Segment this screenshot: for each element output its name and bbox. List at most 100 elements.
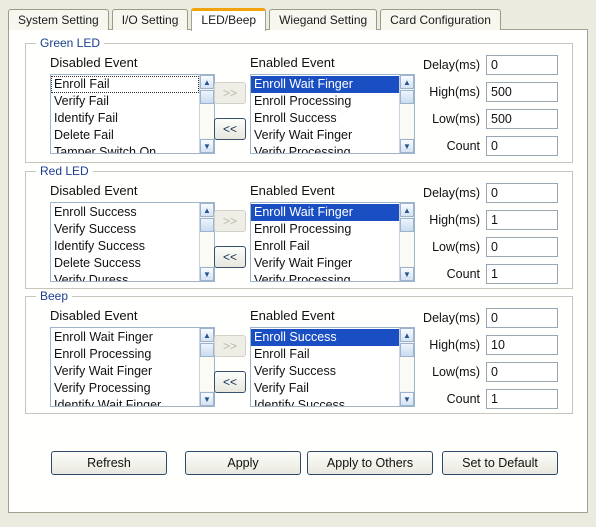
green-led-high-label: High(ms) (429, 85, 480, 99)
red-led-move-left-button[interactable]: << (214, 246, 246, 268)
list-items: Enroll Success Enroll Fail Verify Success V… (251, 328, 399, 406)
scrollbar-thumb[interactable] (200, 90, 214, 104)
red-led-count-input[interactable] (486, 264, 558, 284)
green-led-count-label: Count (446, 139, 480, 153)
list-item[interactable]: Enroll Wait Finger (51, 329, 199, 346)
beep-low-input[interactable] (486, 362, 558, 382)
list-item[interactable]: Identify Wait Finger (51, 397, 199, 406)
group-beep: Beep Disabled Event Enabled Event Enroll Wa… (25, 289, 573, 414)
list-item[interactable]: Enroll Success (251, 329, 399, 346)
beep-move-right-button: >> (214, 335, 246, 357)
green-led-low-label: Low(ms) (432, 112, 480, 126)
tab-led-beep[interactable]: LED/Beep (191, 8, 267, 31)
group-green-led: Green LED Disabled Event Enabled Event Enro… (25, 36, 573, 163)
red-led-high-input[interactable] (486, 210, 558, 230)
list-item[interactable]: Enroll Fail (251, 238, 399, 255)
list-item[interactable]: Enroll Success (51, 204, 199, 221)
green-led-move-left-button[interactable]: << (214, 118, 246, 140)
scrollbar-thumb[interactable] (200, 218, 214, 232)
beep-delay-input[interactable] (486, 308, 558, 328)
beep-enabled-event-label: Enabled Event (250, 308, 335, 323)
list-item[interactable]: Verify Processing (51, 380, 199, 397)
tab-system-setting[interactable]: System Setting (8, 9, 109, 30)
tab-card-configuration[interactable]: Card Configuration (380, 9, 501, 30)
list-item[interactable]: Enroll Success (251, 110, 399, 127)
list-item[interactable]: Verify Processing (251, 144, 399, 153)
list-item[interactable]: Enroll Wait Finger (251, 204, 399, 221)
list-item[interactable]: Delete Fail (51, 127, 199, 144)
beep-disabled-listbox[interactable]: Enroll Wait Finger Enroll Processing Verif… (50, 327, 215, 407)
list-items: Enroll Wait Finger Enroll Processing Enrol… (251, 203, 399, 281)
scrollbar[interactable]: ▲ ▼ (199, 328, 214, 406)
group-legend-red-led: Red LED (36, 164, 93, 178)
beep-delay-label: Delay(ms) (423, 311, 480, 325)
red-led-high-label: High(ms) (429, 213, 480, 227)
scroll-up-icon[interactable]: ▲ (200, 75, 214, 89)
red-led-move-right-button: >> (214, 210, 246, 232)
list-item[interactable]: Enroll Fail (51, 76, 199, 93)
green-led-disabled-listbox[interactable]: Enroll Fail Verify Fail Identify Fail Delet… (50, 74, 215, 154)
scrollbar[interactable]: ▲ ▼ (199, 75, 214, 153)
list-item[interactable]: Identify Fail (51, 110, 199, 127)
green-led-disabled-event-label: Disabled Event (50, 55, 138, 70)
set-to-default-button[interactable]: Set to Default (442, 451, 558, 475)
list-items: Enroll Wait Finger Enroll Processing Enrol… (251, 75, 399, 153)
green-led-delay-input[interactable] (486, 55, 558, 75)
list-item[interactable]: Tamper Switch On (51, 144, 199, 153)
list-item[interactable]: Enroll Processing (51, 346, 199, 363)
red-led-enabled-listbox[interactable]: Enroll Wait Finger Enroll Processing Enrol… (250, 202, 415, 282)
green-led-enabled-event-label: Enabled Event (250, 55, 335, 70)
refresh-button[interactable]: Refresh (51, 451, 167, 475)
tab-strip: System Setting I/O Setting LED/Beep Wiegand… (8, 8, 588, 31)
beep-move-left-button[interactable]: << (214, 371, 246, 393)
red-led-delay-label: Delay(ms) (423, 186, 480, 200)
group-legend-green-led: Green LED (36, 36, 105, 50)
apply-button[interactable]: Apply (185, 451, 301, 475)
green-led-high-input[interactable] (486, 82, 558, 102)
beep-disabled-event-label: Disabled Event (50, 308, 138, 323)
list-item[interactable]: Identify Success (51, 238, 199, 255)
scroll-up-icon[interactable]: ▲ (200, 328, 214, 342)
red-led-disabled-event-label: Disabled Event (50, 183, 138, 198)
group-red-led: Red LED Disabled Event Enabled Event Enroll… (25, 164, 573, 289)
list-item[interactable]: Verify Wait Finger (251, 127, 399, 144)
list-item[interactable]: Verify Wait Finger (251, 255, 399, 272)
beep-high-input[interactable] (486, 335, 558, 355)
list-item[interactable]: Enroll Processing (251, 221, 399, 238)
red-led-delay-input[interactable] (486, 183, 558, 203)
beep-count-label: Count (446, 392, 480, 406)
list-item[interactable]: Identify Success (251, 397, 399, 406)
green-led-count-input[interactable] (486, 136, 558, 156)
apply-to-others-button[interactable]: Apply to Others (307, 451, 433, 475)
scroll-down-icon[interactable]: ▼ (200, 139, 214, 153)
list-item[interactable]: Enroll Processing (251, 93, 399, 110)
list-item[interactable]: Verify Success (51, 221, 199, 238)
list-item[interactable]: Verify Processing (251, 272, 399, 281)
green-led-enabled-listbox[interactable]: Enroll Wait Finger Enroll Processing Enrol… (250, 74, 415, 154)
scrollbar-thumb[interactable] (200, 343, 214, 357)
red-led-low-input[interactable] (486, 237, 558, 257)
list-item[interactable]: Verify Duress (51, 272, 199, 281)
tab-i-o-setting[interactable]: I/O Setting (111, 9, 189, 30)
list-item[interactable]: Enroll Wait Finger (251, 76, 399, 93)
list-items: Enroll Success Verify Success Identify Suc… (51, 203, 199, 281)
list-item[interactable]: Verify Success (251, 363, 399, 380)
scrollbar[interactable]: ▲ ▼ (199, 203, 214, 281)
list-item[interactable]: Verify Fail (251, 380, 399, 397)
green-led-low-input[interactable] (486, 109, 558, 129)
list-item[interactable]: Verify Fail (51, 93, 199, 110)
beep-count-input[interactable] (486, 389, 558, 409)
tab-wiegand-setting[interactable]: Wiegand Setting (269, 9, 378, 30)
list-item[interactable]: Enroll Fail (251, 346, 399, 363)
led-beep-configuration-window: System Setting I/O Setting LED/Beep Wiegand… (0, 0, 596, 527)
list-item[interactable]: Delete Success (51, 255, 199, 272)
red-led-disabled-listbox[interactable]: Enroll Success Verify Success Identify Suc… (50, 202, 215, 282)
red-led-low-label: Low(ms) (432, 240, 480, 254)
list-item[interactable]: Verify Wait Finger (51, 363, 199, 380)
beep-enabled-listbox[interactable]: Enroll Success Enroll Fail Verify Success V… (250, 327, 415, 407)
scroll-down-icon[interactable]: ▼ (200, 392, 214, 406)
green-led-move-right-button: >> (214, 82, 246, 104)
scroll-down-icon[interactable]: ▼ (200, 267, 214, 281)
red-led-enabled-event-label: Enabled Event (250, 183, 335, 198)
scroll-up-icon[interactable]: ▲ (200, 203, 214, 217)
